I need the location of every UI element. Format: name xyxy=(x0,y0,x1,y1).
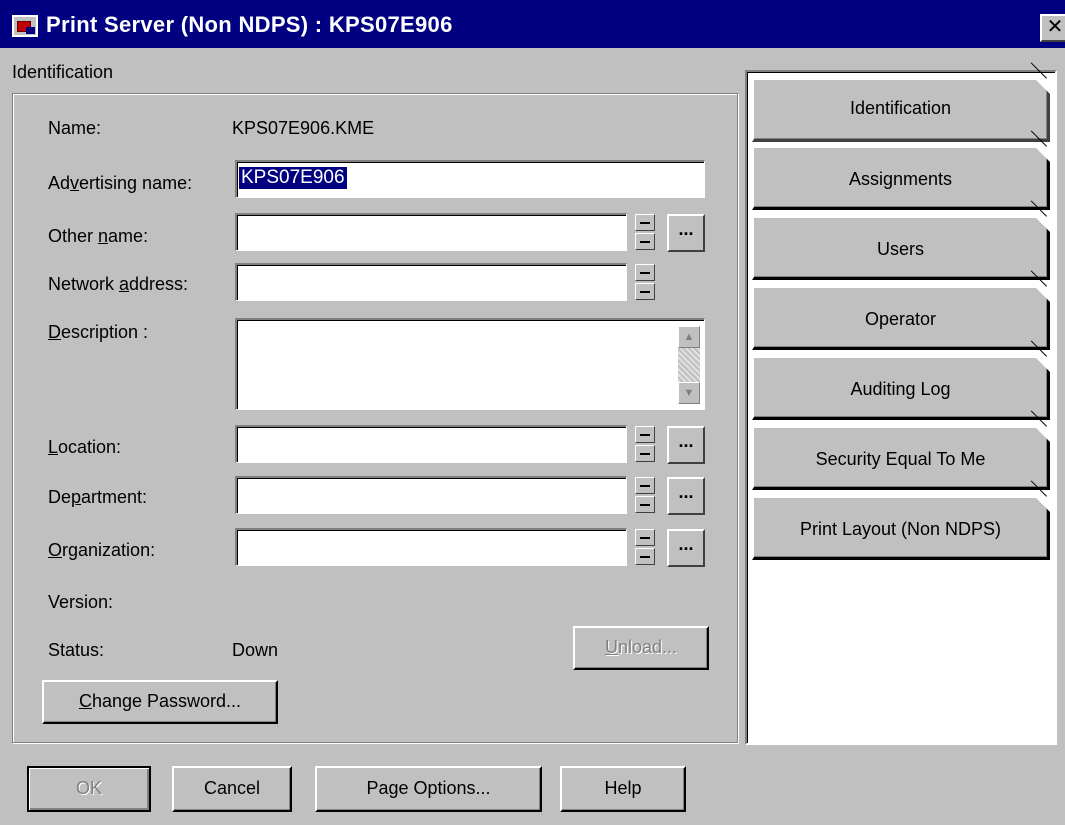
tab-operator[interactable]: Operator xyxy=(752,270,1050,350)
version-label: Version: xyxy=(48,592,114,612)
network-address-label: Network address: xyxy=(48,274,189,294)
ok-button[interactable]: OK xyxy=(27,766,151,812)
help-button[interactable]: Help xyxy=(560,766,686,812)
change-password-button[interactable]: Change Password... xyxy=(42,680,278,724)
scroll-up-icon[interactable]: ▲ xyxy=(678,326,700,348)
unload-button[interactable]: Unload... xyxy=(573,626,709,670)
organization-spinner[interactable] xyxy=(635,529,655,565)
scroll-down-icon[interactable]: ▼ xyxy=(678,382,700,404)
organization-label: Organization: xyxy=(48,540,156,560)
status-label: Status: xyxy=(48,640,105,660)
page-options-button[interactable]: Page Options... xyxy=(315,766,542,812)
advertising-name-label: Advertising name: xyxy=(48,173,193,193)
department-browse-button[interactable]: ... xyxy=(667,477,705,515)
department-input[interactable] xyxy=(235,476,627,514)
tab-print-layout[interactable]: Print Layout (Non NDPS) xyxy=(752,480,1050,560)
location-label: Location: xyxy=(48,437,122,457)
department-spinner[interactable] xyxy=(635,477,655,513)
other-name-input[interactable] xyxy=(235,213,627,251)
window-title: Print Server (Non NDPS) : KPS07E906 xyxy=(46,12,453,37)
advertising-name-value: KPS07E906 xyxy=(239,167,347,189)
description-textarea[interactable]: ▲ ▼ xyxy=(235,318,705,410)
location-input[interactable] xyxy=(235,425,627,463)
tab-assignments[interactable]: Assignments xyxy=(752,130,1050,210)
other-name-browse-button[interactable]: ... xyxy=(667,214,705,252)
network-address-spinner[interactable] xyxy=(635,264,655,300)
tab-users[interactable]: Users xyxy=(752,200,1050,280)
other-name-label: Other name: xyxy=(48,226,149,246)
advertising-name-input[interactable]: KPS07E906 xyxy=(235,160,705,198)
description-label: Description : xyxy=(48,322,149,342)
tab-security-equal-to-me[interactable]: Security Equal To Me xyxy=(752,410,1050,490)
organization-input[interactable] xyxy=(235,528,627,566)
tab-identification[interactable]: Identification xyxy=(752,62,1050,142)
network-address-input[interactable] xyxy=(235,263,627,301)
location-spinner[interactable] xyxy=(635,426,655,462)
status-value: Down xyxy=(232,640,279,660)
location-browse-button[interactable]: ... xyxy=(667,426,705,464)
organization-browse-button[interactable]: ... xyxy=(667,529,705,567)
print-server-icon xyxy=(12,15,38,37)
department-label: Department: xyxy=(48,487,148,507)
group-label: Identification xyxy=(12,62,114,82)
close-button[interactable]: ✕ xyxy=(1040,14,1065,42)
cancel-button[interactable]: Cancel xyxy=(172,766,292,812)
description-scrollbar[interactable]: ▲ ▼ xyxy=(678,326,700,404)
name-label: Name: xyxy=(48,118,102,138)
other-name-spinner[interactable] xyxy=(635,214,655,250)
title-bar: Print Server (Non NDPS) : KPS07E906 xyxy=(0,0,1065,48)
name-value: KPS07E906.KME xyxy=(232,118,375,138)
tab-auditing-log[interactable]: Auditing Log xyxy=(752,340,1050,420)
